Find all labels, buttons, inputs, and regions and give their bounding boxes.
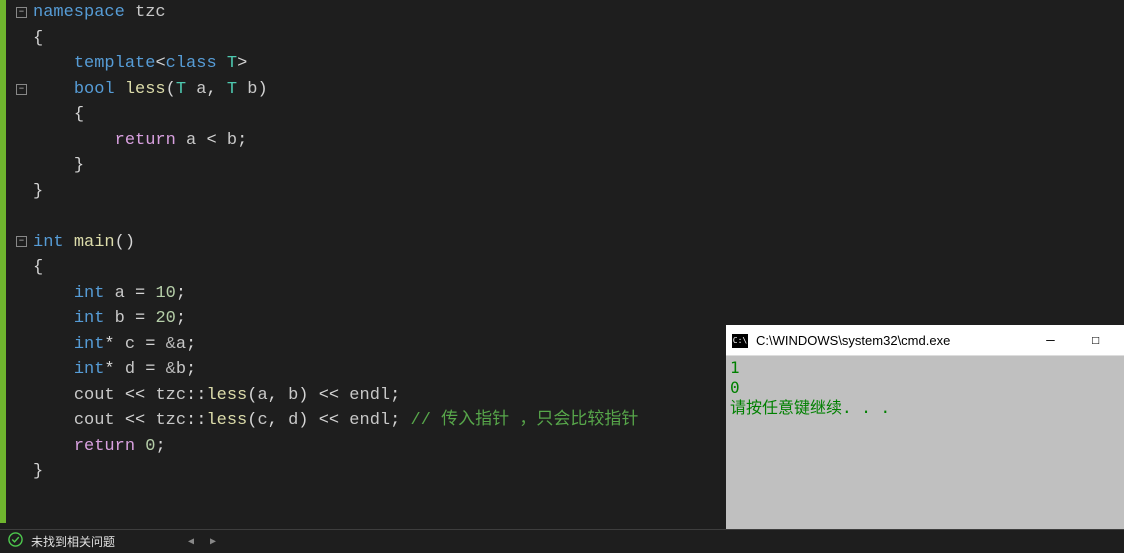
fold-icon[interactable]: − (16, 84, 27, 95)
code-line[interactable]: return a < b; (33, 128, 1124, 154)
code-line[interactable]: } (33, 153, 1124, 179)
console-title: C:\WINDOWS\system32\cmd.exe (756, 333, 1028, 348)
code-line[interactable]: int main() (33, 230, 1124, 256)
cmd-icon: C:\ (732, 334, 748, 348)
console-output-line: 0 (730, 378, 1120, 398)
code-line[interactable] (33, 204, 1124, 230)
code-line[interactable]: { (33, 26, 1124, 52)
code-line[interactable]: template<class T> (33, 51, 1124, 77)
maximize-button[interactable]: ☐ (1073, 326, 1118, 356)
code-line[interactable]: } (33, 179, 1124, 205)
console-output-line: 1 (730, 358, 1120, 378)
arrow-left-icon[interactable]: ◀ (188, 536, 194, 548)
code-line[interactable]: namespace tzc (33, 0, 1124, 26)
console-output-line: 请按任意键继续. . . (730, 398, 1120, 418)
code-line[interactable]: int a = 10; (33, 281, 1124, 307)
arrow-right-icon[interactable]: ▶ (210, 536, 216, 548)
check-icon (8, 532, 23, 552)
gutter: − − − (0, 0, 33, 523)
console-window: C:\ C:\WINDOWS\system32\cmd.exe — ☐ 1 0 … (726, 325, 1124, 553)
code-line[interactable]: { (33, 255, 1124, 281)
status-bar: 未找到相关问题 ◀ ▶ (0, 529, 1124, 553)
minimize-button[interactable]: — (1028, 326, 1073, 356)
status-text: 未找到相关问题 (31, 533, 115, 550)
console-titlebar[interactable]: C:\ C:\WINDOWS\system32\cmd.exe — ☐ (726, 326, 1124, 356)
fold-icon[interactable]: − (16, 7, 27, 18)
code-line[interactable]: { (33, 102, 1124, 128)
fold-icon[interactable]: − (16, 236, 27, 247)
console-body: 1 0 请按任意键继续. . . (726, 356, 1124, 420)
code-line[interactable]: bool less(T a, T b) (33, 77, 1124, 103)
